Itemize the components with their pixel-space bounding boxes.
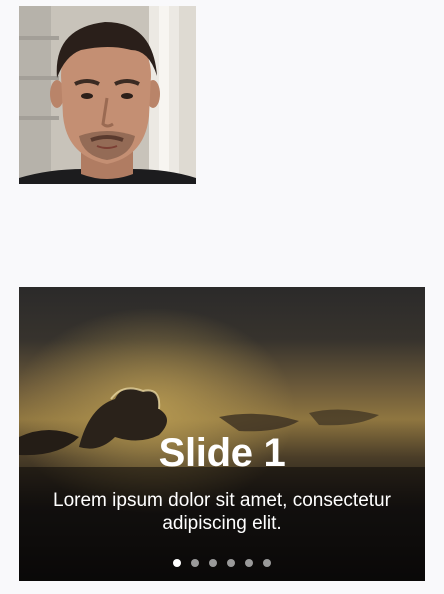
slide-title: Slide 1 (158, 431, 286, 475)
page-dot-6[interactable] (263, 559, 271, 567)
page-dot-2[interactable] (191, 559, 199, 567)
image-carousel[interactable]: Slide 1 Lorem ipsum dolor sit amet, cons… (19, 287, 425, 581)
page-dot-1[interactable] (173, 559, 181, 567)
page-dot-4[interactable] (227, 559, 235, 567)
page: Slide 1 Lorem ipsum dolor sit amet, cons… (0, 0, 444, 594)
page-dot-3[interactable] (209, 559, 217, 567)
avatar (19, 6, 196, 184)
page-dot-5[interactable] (245, 559, 253, 567)
slide-description: Lorem ipsum dolor sit amet, consectetur … (53, 490, 391, 534)
pagination-dots (19, 559, 425, 567)
profile-photo-icon (19, 6, 196, 184)
